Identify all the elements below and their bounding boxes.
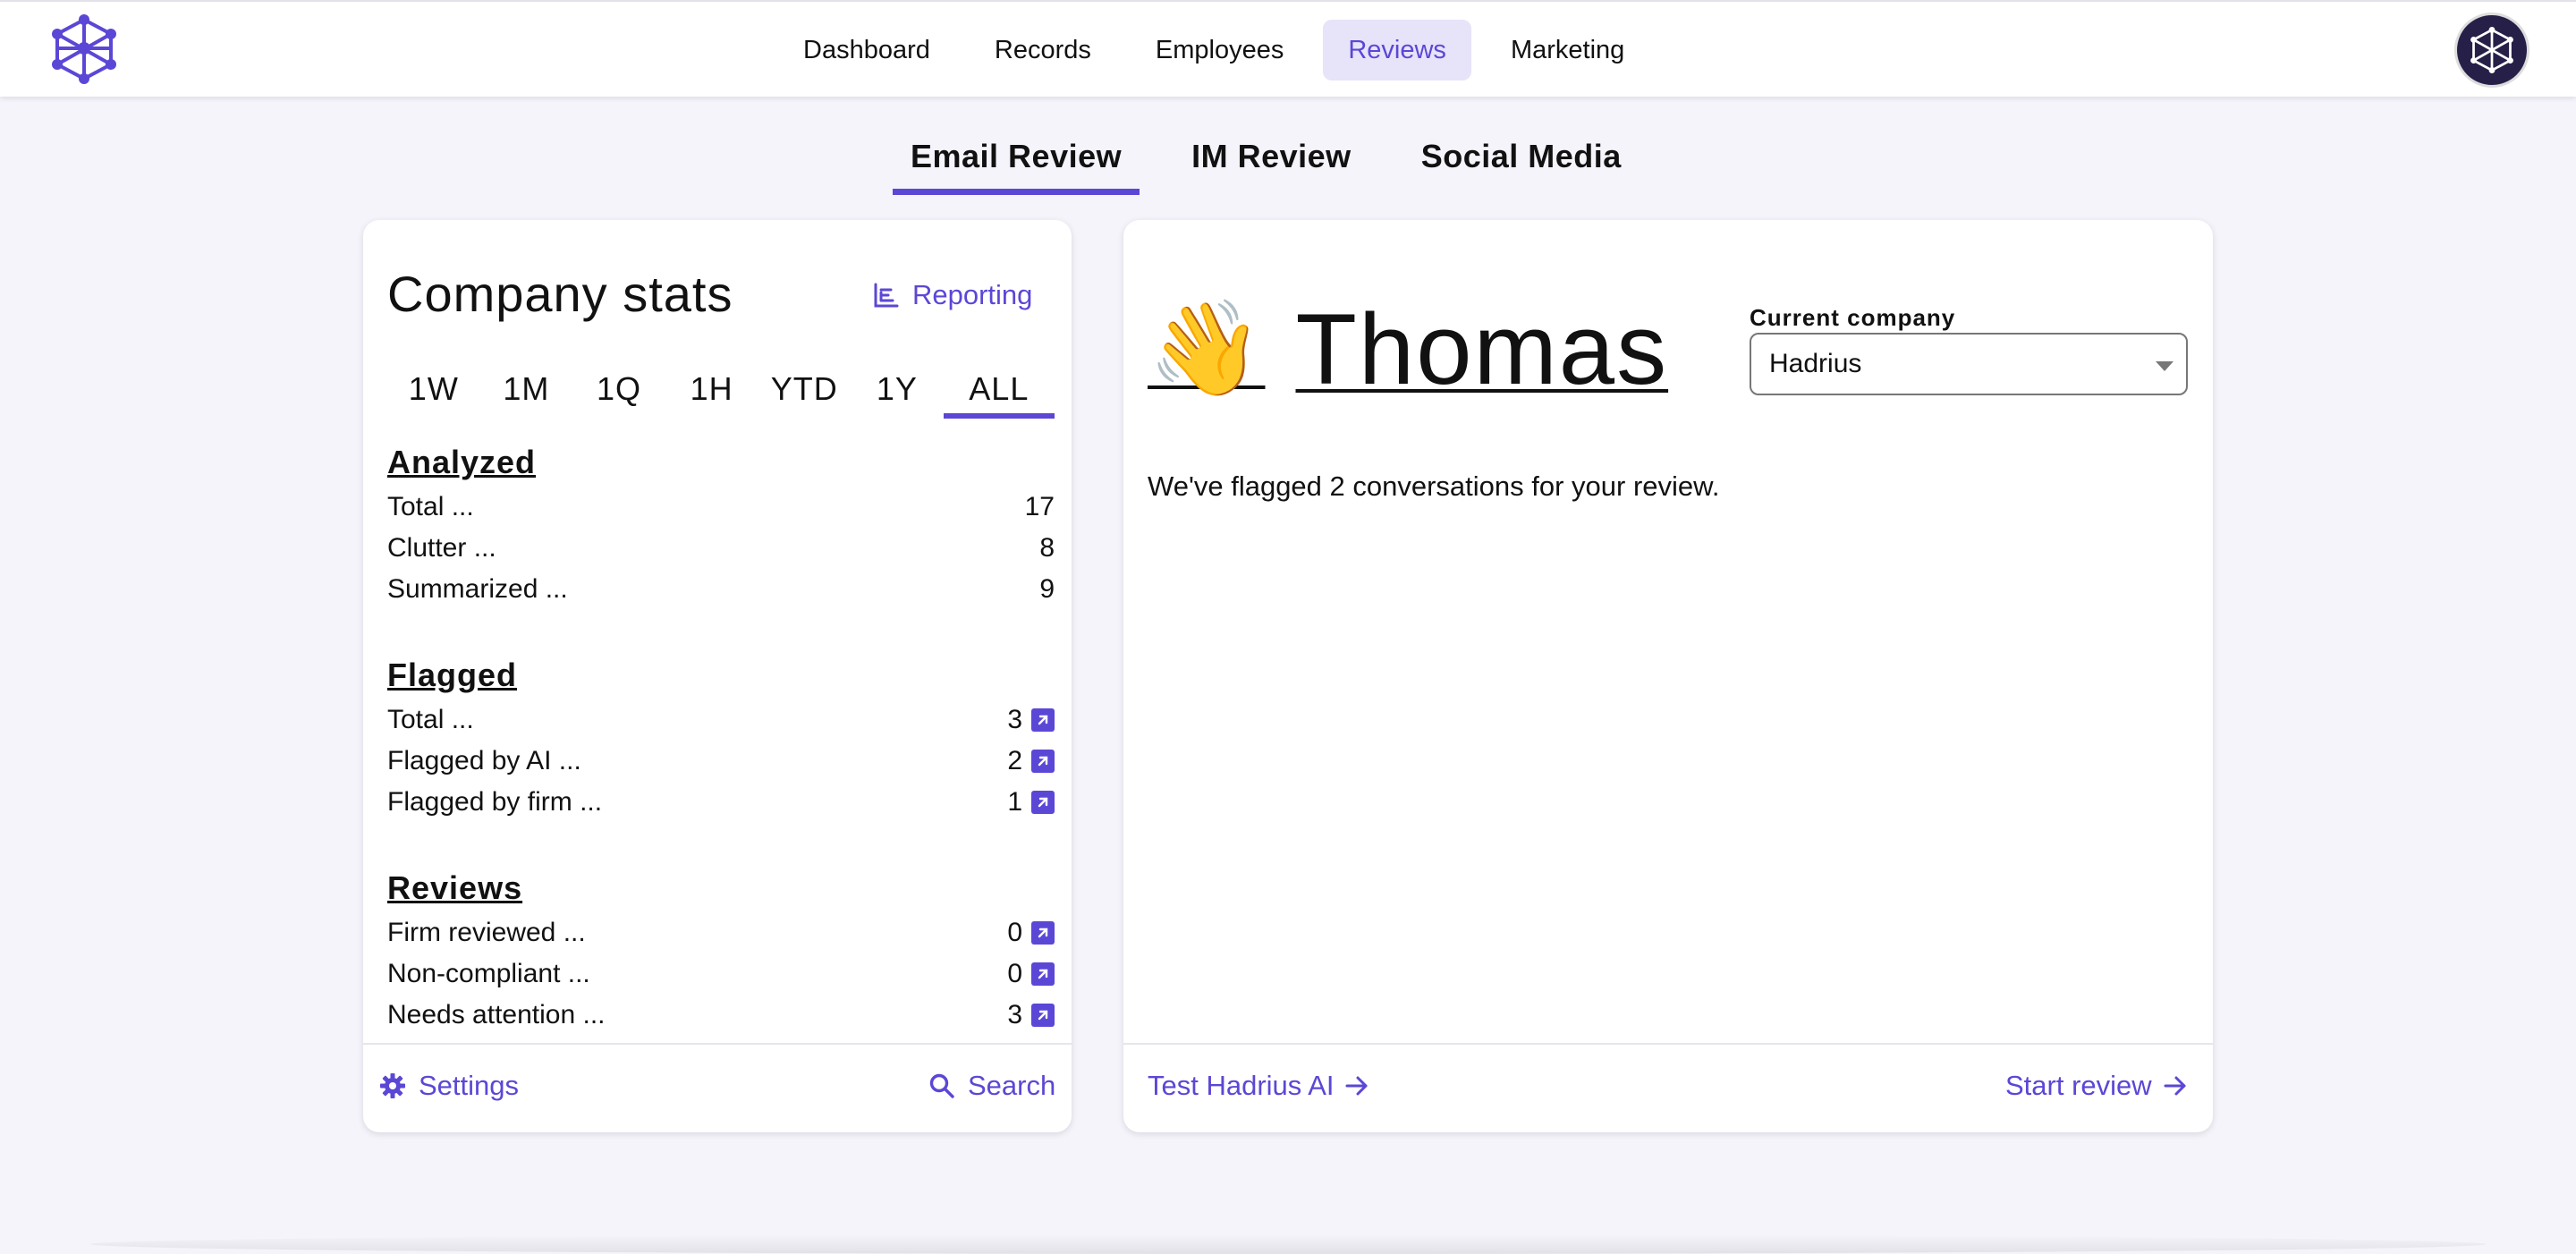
- logo-icon[interactable]: [48, 13, 120, 86]
- caret-down-icon: [2156, 361, 2174, 371]
- arrow-right-icon: [2164, 1076, 2186, 1096]
- start-review-button[interactable]: Start review: [2005, 1070, 2188, 1102]
- stat-row: Total ... 3: [387, 699, 1055, 741]
- stat-label: Total ...: [387, 705, 474, 734]
- period-all[interactable]: ALL: [943, 363, 1055, 419]
- stat-label: Total ...: [387, 492, 474, 521]
- section-title: Flagged: [387, 657, 518, 693]
- company-value: Hadrius: [1769, 349, 1862, 378]
- stat-value: 9: [1039, 574, 1055, 604]
- stat-row: Flagged by AI ... 2: [387, 741, 1055, 782]
- search-label: Search: [968, 1070, 1056, 1101]
- stat-value: 3: [1007, 705, 1022, 734]
- reporting-label: Reporting: [912, 279, 1033, 310]
- section-title: Reviews: [387, 869, 523, 906]
- tab-social-media[interactable]: Social Media: [1403, 138, 1640, 195]
- tab-im-review[interactable]: IM Review: [1174, 138, 1369, 195]
- nav-item-records[interactable]: Records: [970, 20, 1116, 80]
- nav-item-dashboard[interactable]: Dashboard: [778, 20, 955, 80]
- bottom-shadow: [89, 1234, 2487, 1254]
- search-button[interactable]: Search: [928, 1070, 1055, 1102]
- period-1h[interactable]: 1H: [665, 363, 758, 419]
- welcome-card: 👋 Thomas Current company Hadrius We've f…: [1123, 220, 2213, 1132]
- reviews-section: Reviews Firm reviewed ... 0 Non-complian…: [387, 869, 1055, 1036]
- period-1m[interactable]: 1M: [480, 363, 573, 419]
- stat-label: Clutter ...: [387, 533, 496, 563]
- tab-email-review[interactable]: Email Review: [893, 138, 1140, 195]
- section-title: Analyzed: [387, 444, 537, 480]
- stat-value: 0: [1007, 918, 1022, 947]
- search-icon: [929, 1073, 954, 1098]
- period-ytd[interactable]: YTD: [758, 363, 851, 419]
- company-label: Current company: [1750, 304, 1956, 331]
- stat-row: Summarized ... 9: [387, 569, 1055, 610]
- test-hadrius-ai-label: Test Hadrius AI: [1148, 1070, 1335, 1101]
- avatar-icon[interactable]: [2454, 13, 2529, 88]
- period-1w[interactable]: 1W: [387, 363, 480, 419]
- gear-icon: [380, 1073, 405, 1098]
- stat-label: Non-compliant ...: [387, 959, 590, 988]
- settings-button[interactable]: Settings: [379, 1070, 519, 1102]
- company-select[interactable]: Hadrius: [1750, 333, 2188, 395]
- flagged-section: Flagged Total ... 3 Flagged by AI ... 2 …: [387, 657, 1055, 823]
- company-stats-title: Company stats: [387, 266, 733, 322]
- stat-row: Clutter ... 8: [387, 528, 1055, 569]
- nav-item-marketing[interactable]: Marketing: [1486, 20, 1649, 80]
- arrow-up-right-icon[interactable]: [1031, 708, 1055, 732]
- wave-emoji: 👋: [1148, 297, 1266, 401]
- settings-label: Settings: [419, 1070, 520, 1101]
- stat-row: Needs attention ... 3: [387, 995, 1055, 1036]
- arrow-right-icon: [1345, 1076, 1368, 1096]
- arrow-up-right-icon[interactable]: [1031, 921, 1055, 945]
- reporting-button[interactable]: Reporting: [873, 279, 1032, 311]
- nav-item-reviews[interactable]: Reviews: [1323, 20, 1471, 80]
- nav-item-employees[interactable]: Employees: [1131, 20, 1309, 80]
- stats-footer: Settings Search: [363, 1043, 1072, 1132]
- chart-icon: [874, 283, 899, 308]
- user-name: Thomas: [1295, 293, 1669, 405]
- company-stats-card: Company stats Reporting 1W 1M 1Q 1H YTD …: [363, 220, 1072, 1132]
- stat-row: Total ... 17: [387, 487, 1055, 528]
- review-tabs: Email Review IM Review Social Media: [893, 138, 1674, 195]
- analyzed-section: Analyzed Total ... 17 Clutter ... 8 Summ…: [387, 444, 1055, 610]
- arrow-up-right-icon[interactable]: [1031, 750, 1055, 773]
- main-nav: Dashboard Records Employees Reviews Mark…: [778, 20, 1664, 80]
- stat-value: 8: [1039, 533, 1055, 563]
- stat-row: Firm reviewed ... 0: [387, 912, 1055, 953]
- stat-label: Flagged by firm ...: [387, 787, 603, 817]
- top-navbar: Dashboard Records Employees Reviews Mark…: [0, 0, 2576, 97]
- flagged-message: We've flagged 2 conversations for your r…: [1148, 470, 1720, 502]
- stat-value: 3: [1007, 1000, 1022, 1029]
- greeting-heading: 👋 Thomas: [1148, 292, 1668, 407]
- stat-row: Flagged by firm ... 1: [387, 782, 1055, 823]
- stat-value: 0: [1007, 959, 1022, 988]
- stat-label: Summarized ...: [387, 574, 568, 604]
- welcome-footer: Test Hadrius AI Start review: [1123, 1043, 2213, 1132]
- test-hadrius-ai-link[interactable]: Test Hadrius AI: [1148, 1070, 1369, 1102]
- stat-value: 2: [1007, 746, 1022, 775]
- period-selector: 1W 1M 1Q 1H YTD 1Y ALL: [387, 363, 1055, 419]
- arrow-up-right-icon[interactable]: [1031, 1004, 1055, 1027]
- period-1q[interactable]: 1Q: [572, 363, 665, 419]
- stat-label: Firm reviewed ...: [387, 918, 586, 947]
- stat-value: 1: [1007, 787, 1022, 817]
- period-1y[interactable]: 1Y: [851, 363, 944, 419]
- arrow-up-right-icon[interactable]: [1031, 962, 1055, 986]
- stat-label: Flagged by AI ...: [387, 746, 581, 775]
- stat-value: 17: [1024, 492, 1055, 521]
- start-review-label: Start review: [2005, 1070, 2152, 1101]
- arrow-up-right-icon[interactable]: [1031, 791, 1055, 814]
- stat-row: Non-compliant ... 0: [387, 953, 1055, 995]
- stat-label: Needs attention ...: [387, 1000, 606, 1029]
